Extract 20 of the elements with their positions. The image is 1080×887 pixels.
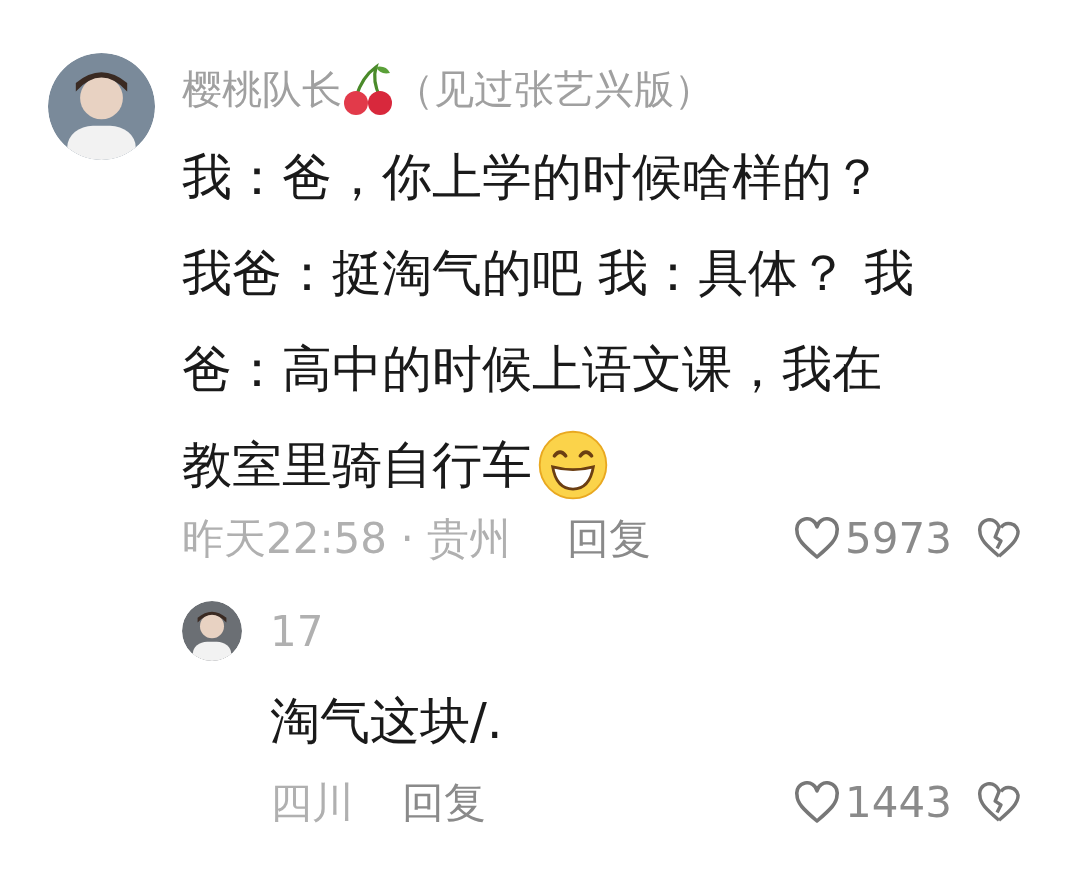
reply-text: 淘气这块/. [270,691,504,752]
broken-heart-icon[interactable] [976,782,1022,824]
comment-meta: 昨天22:58 · 贵州 [182,518,512,560]
reply-button[interactable]: 回复 [567,518,652,560]
broken-heart-icon[interactable] [976,518,1022,560]
heart-icon[interactable] [793,781,842,825]
username-note: （见过张艺兴版） [394,65,714,114]
comment-meta: 四川 [270,782,354,824]
heart-icon[interactable] [793,517,842,561]
cherry-icon [342,61,394,117]
comment-text: 教室里骑自行车 [182,435,532,496]
comment-text: 我：爸，你上学的时候啥样的？ [182,147,882,208]
like-count: 1443 [845,782,952,824]
reply-button[interactable]: 回复 [402,782,486,824]
comment-text: 爸：高中的时候上语文课，我在 [182,339,882,400]
like-count: 5973 [845,518,952,560]
username[interactable]: 17 [270,601,1022,661]
comment-text: 我爸：挺淘气的吧 我：具体？ 我 [182,243,914,304]
username[interactable]: 樱桃队长 [182,59,342,119]
grinning-emoji-icon [536,428,610,502]
